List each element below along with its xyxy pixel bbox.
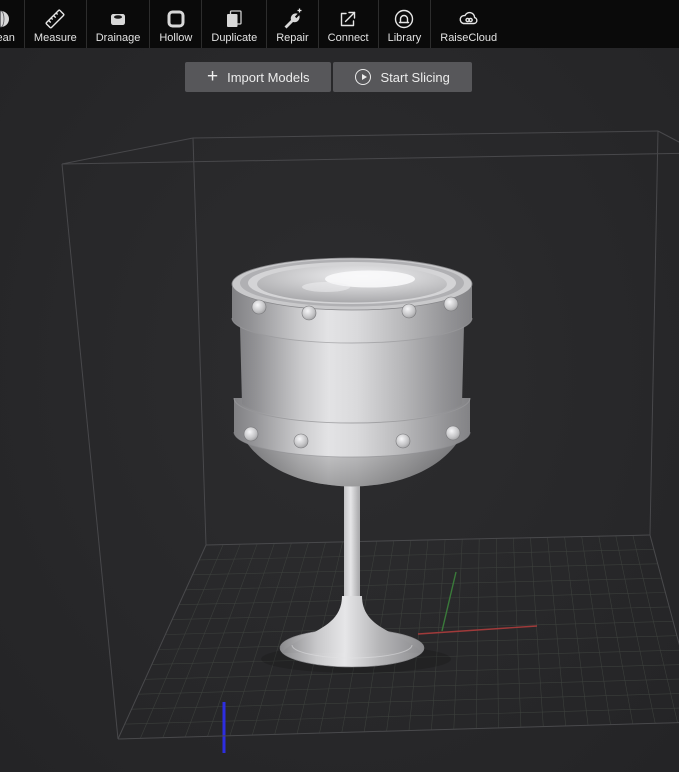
toolbar-item-connect[interactable]: Connect xyxy=(319,0,378,48)
measure-ruler-icon xyxy=(43,6,67,31)
toolbar-item-duplicate[interactable]: Duplicate xyxy=(202,0,266,48)
rivet xyxy=(443,296,459,312)
play-icon xyxy=(355,69,372,85)
rivet xyxy=(293,433,309,449)
raisecloud-cloud-icon xyxy=(456,6,482,31)
toolbar-item-label: Library xyxy=(387,32,422,44)
drainage-icon xyxy=(106,6,130,31)
connect-arrow-icon xyxy=(336,6,360,31)
import-models-button[interactable]: + Import Models xyxy=(185,62,332,92)
duplicate-icon xyxy=(222,6,246,31)
repair-wrench-icon xyxy=(280,6,304,31)
toolbar-item-label: Connect xyxy=(327,32,369,44)
start-slicing-button[interactable]: Start Slicing xyxy=(333,62,472,92)
toolbar-item-label: Hollow xyxy=(159,32,193,44)
model-goblet[interactable] xyxy=(231,257,473,673)
rivet xyxy=(301,305,317,321)
rivet xyxy=(243,426,259,442)
rivet xyxy=(401,303,417,319)
axis-y-line xyxy=(441,571,457,632)
toolbar-item-label: olean xyxy=(0,32,15,44)
hollow-cube-icon xyxy=(164,6,188,31)
toolbar-item-repair[interactable]: Repair xyxy=(267,0,317,48)
rivet xyxy=(251,299,267,315)
toolbar-item-measure[interactable]: Measure xyxy=(25,0,86,48)
toolbar-item-label: Measure xyxy=(33,32,77,44)
viewport-3d[interactable] xyxy=(0,0,679,772)
toolbar-item-label: RaiseCloud xyxy=(440,32,498,44)
toolbar-item-library[interactable]: Library xyxy=(379,0,431,48)
plus-icon: + xyxy=(207,65,219,87)
rivet xyxy=(395,433,411,449)
toolbar-item-label: Repair xyxy=(276,32,309,44)
toolbar-item-raisecloud[interactable]: RaiseCloud xyxy=(431,0,506,48)
rivet xyxy=(445,425,461,441)
import-models-label: Import Models xyxy=(227,69,310,85)
boolean-sphere-icon xyxy=(0,6,13,31)
top-toolbar: olean Measure Drainage Hollow Duplicate … xyxy=(0,0,679,48)
action-bar: + Import Models Start Slicing xyxy=(185,62,472,92)
toolbar-item-drainage[interactable]: Drainage xyxy=(87,0,150,48)
toolbar-item-boolean[interactable]: olean xyxy=(0,0,24,48)
toolbar-item-label: Duplicate xyxy=(211,32,258,44)
toolbar-item-hollow[interactable]: Hollow xyxy=(150,0,201,48)
library-icon xyxy=(392,6,416,31)
toolbar-item-label: Drainage xyxy=(95,32,141,44)
start-slicing-label: Start Slicing xyxy=(380,69,450,85)
